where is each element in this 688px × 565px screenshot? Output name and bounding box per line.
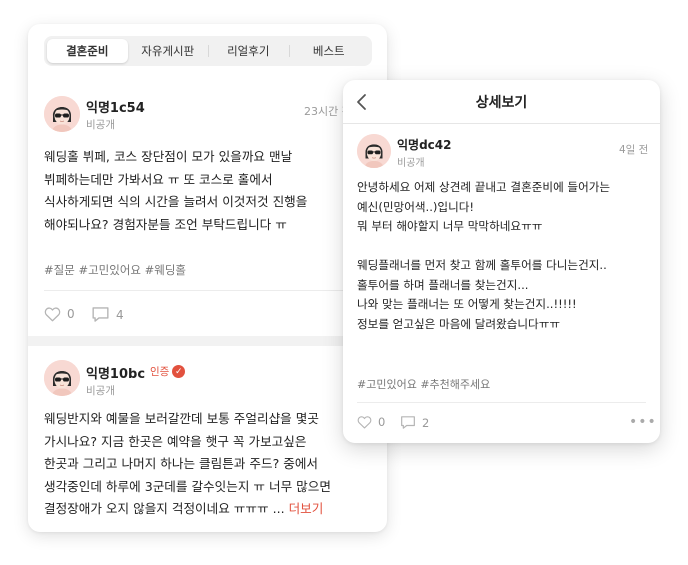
comment-button[interactable]: 4 xyxy=(91,306,124,323)
post-visibility: 비공개 xyxy=(86,119,115,131)
detail-time: 4일 전 xyxy=(619,144,649,156)
detail-username: 익명dc42 xyxy=(397,138,452,152)
avatar xyxy=(44,360,80,396)
post-username: 익명10bc xyxy=(86,367,146,382)
avatar xyxy=(44,96,80,132)
avatar-sunglasses-icon xyxy=(44,96,80,132)
comment-button[interactable]: 2 xyxy=(400,415,429,430)
like-button[interactable]: 0 xyxy=(357,415,385,429)
post-tags[interactable]: #질문 #고민있어요 #웨딩홀 xyxy=(44,262,186,278)
heart-icon xyxy=(44,307,61,322)
verified-label: 인증 xyxy=(150,366,170,378)
tab-wedding-prep[interactable]: 결혼준비 xyxy=(47,39,128,63)
like-count: 0 xyxy=(67,307,75,321)
tab-real-reviews[interactable]: 리얼후기 xyxy=(208,39,289,63)
detail-visibility: 비공개 xyxy=(397,158,425,169)
section-divider xyxy=(28,336,387,346)
verified-badge: 인증 ✓ xyxy=(150,364,186,379)
detail-body: 안녕하세요 어제 상견례 끝내고 결혼준비에 들어가는 예신(민망어색..)입니… xyxy=(357,180,611,331)
heart-icon xyxy=(357,416,372,429)
category-tabs: 결혼준비 자유게시판 리얼후기 베스트 xyxy=(44,36,372,66)
post-card[interactable]: 익명1c54 비공개 23시간 전 웨딩홀 뷔페, 코스 장단점이 모가 있을까… xyxy=(28,88,387,336)
post-detail-card: 상세보기 익명dc42 비공개 4일 전 안녕하세요 어제 상견례 끝내고 결혼… xyxy=(343,80,660,443)
post-body[interactable]: 웨딩홀 뷔페, 코스 장단점이 모가 있을까요 맨날 뷔페하는데만 가봐서요 ㅠ… xyxy=(44,146,384,236)
avatar xyxy=(357,134,391,168)
tab-free-board[interactable]: 자유게시판 xyxy=(128,39,209,63)
post-card[interactable]: 익명10bc 인증 ✓ 비공개 웨딩반지와 예물을 보러갈깐데 보통 주얼리샵을… xyxy=(28,346,387,532)
detail-title: 상세보기 xyxy=(475,95,528,111)
detail-header: 상세보기 xyxy=(343,80,660,124)
avatar-sunglasses-icon xyxy=(357,134,391,168)
avatar-sunglasses-icon xyxy=(44,360,80,396)
verified-check-icon: ✓ xyxy=(172,365,186,378)
comment-count: 4 xyxy=(116,307,124,322)
detail-tags[interactable]: #고민있어요 #추천해주세요 xyxy=(357,376,490,392)
like-count: 0 xyxy=(378,415,386,429)
read-more-link[interactable]: 더보기 xyxy=(289,501,324,516)
comment-icon xyxy=(401,416,415,429)
post-body[interactable]: 웨딩반지와 예물을 보러갈깐데 보통 주얼리샵을 몇곳 가시나요? 지금 한곳은… xyxy=(44,408,387,521)
like-button[interactable]: 0 xyxy=(44,306,75,322)
post-username: 익명1c54 xyxy=(86,101,145,116)
post-visibility: 비공개 xyxy=(86,385,115,397)
comment-count: 2 xyxy=(422,415,430,430)
divider xyxy=(44,290,372,291)
tab-best[interactable]: 베스트 xyxy=(288,39,370,63)
community-feed-card: 결혼준비 자유게시판 리얼후기 베스트 익명1c54 비공개 23시간 전 웨딩… xyxy=(28,24,387,532)
divider xyxy=(357,402,646,403)
more-dots-icon[interactable]: ••• xyxy=(629,414,657,430)
comment-icon xyxy=(92,307,109,322)
